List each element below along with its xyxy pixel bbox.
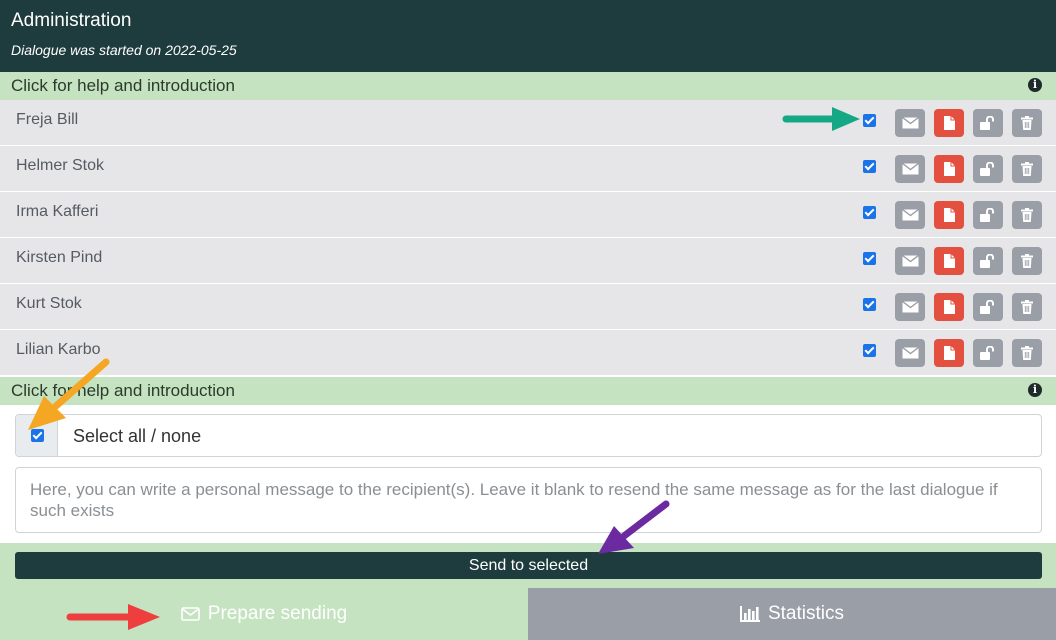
participant-name: Kurt Stok xyxy=(16,295,82,312)
participant-checkbox[interactable] xyxy=(863,251,876,265)
view-document-button[interactable] xyxy=(934,339,964,367)
file-icon xyxy=(943,300,955,314)
send-email-button[interactable] xyxy=(895,201,925,229)
file-icon xyxy=(943,254,955,268)
info-icon[interactable]: i xyxy=(1028,78,1042,92)
page-title: Administration xyxy=(11,10,132,31)
row-controls xyxy=(863,201,1042,229)
tab-statistics[interactable]: Statistics xyxy=(528,588,1056,640)
participant-list: Freja Bill Helmer Stok Irma Kafferi Kirs… xyxy=(0,100,1056,376)
file-icon xyxy=(943,116,955,130)
delete-button[interactable] xyxy=(1012,155,1042,183)
participant-row: Kurt Stok xyxy=(0,284,1056,330)
unlock-icon xyxy=(980,346,994,360)
bar-chart-icon xyxy=(739,606,760,622)
view-document-button[interactable] xyxy=(934,201,964,229)
send-area: Send to selected xyxy=(0,543,1056,588)
trash-icon xyxy=(1021,162,1033,176)
participant-checkbox[interactable] xyxy=(863,297,876,311)
send-email-button[interactable] xyxy=(895,247,925,275)
unlock-icon xyxy=(980,116,994,130)
envelope-icon xyxy=(901,347,919,359)
select-all-label: Select all / none xyxy=(73,426,202,446)
row-controls xyxy=(863,109,1042,137)
trash-icon xyxy=(1021,346,1033,360)
trash-icon xyxy=(1021,208,1033,222)
unlock-button[interactable] xyxy=(973,201,1003,229)
envelope-icon xyxy=(901,301,919,313)
view-document-button[interactable] xyxy=(934,155,964,183)
send-to-selected-button[interactable]: Send to selected xyxy=(15,552,1042,579)
delete-button[interactable] xyxy=(1012,201,1042,229)
dialogue-start-date: Dialogue was started on 2022-05-25 xyxy=(11,42,237,58)
participant-row: Irma Kafferi xyxy=(0,192,1056,238)
participant-row: Helmer Stok xyxy=(0,146,1056,192)
row-controls xyxy=(863,155,1042,183)
participant-checkbox[interactable] xyxy=(863,205,876,219)
delete-button[interactable] xyxy=(1012,339,1042,367)
participant-row: Freja Bill xyxy=(0,100,1056,146)
unlock-icon xyxy=(980,254,994,268)
unlock-icon xyxy=(980,300,994,314)
participant-checkbox[interactable] xyxy=(863,159,876,173)
select-all-checkbox[interactable] xyxy=(31,429,44,442)
unlock-button[interactable] xyxy=(973,247,1003,275)
send-email-button[interactable] xyxy=(895,109,925,137)
participant-name: Freja Bill xyxy=(16,111,79,128)
row-controls xyxy=(863,339,1042,367)
tab-label: Prepare sending xyxy=(207,603,348,624)
help-bar-label[interactable]: Click for help and introduction xyxy=(11,381,235,401)
select-all-checkbox-container xyxy=(16,415,58,456)
participant-name: Irma Kafferi xyxy=(16,203,99,220)
delete-button[interactable] xyxy=(1012,293,1042,321)
help-bar-top[interactable]: Click for help and introduction i xyxy=(0,72,1056,100)
envelope-icon xyxy=(901,255,919,267)
delete-button[interactable] xyxy=(1012,109,1042,137)
page-header: Administration Dialogue was started on 2… xyxy=(0,0,1056,72)
trash-icon xyxy=(1021,300,1033,314)
trash-icon xyxy=(1021,254,1033,268)
participant-checkbox[interactable] xyxy=(863,113,876,127)
view-document-button[interactable] xyxy=(934,293,964,321)
participant-checkbox[interactable] xyxy=(863,343,876,357)
unlock-icon xyxy=(980,162,994,176)
row-controls xyxy=(863,293,1042,321)
view-document-button[interactable] xyxy=(934,247,964,275)
info-icon[interactable]: i xyxy=(1028,383,1042,397)
participant-row: Kirsten Pind xyxy=(0,238,1056,284)
bottom-tabs: Prepare sending Statistics xyxy=(0,588,1056,640)
tab-prepare-sending[interactable]: Prepare sending xyxy=(0,588,528,640)
personal-message-field[interactable] xyxy=(15,467,1042,533)
select-all-group: Select all / none xyxy=(15,414,1042,457)
tab-label: Statistics xyxy=(767,603,845,624)
participant-name: Kirsten Pind xyxy=(16,249,103,266)
envelope-icon xyxy=(180,607,200,621)
file-icon xyxy=(943,346,955,360)
help-bar-bottom[interactable]: Click for help and introduction i xyxy=(0,377,1056,405)
envelope-icon xyxy=(901,117,919,129)
send-email-button[interactable] xyxy=(895,339,925,367)
help-bar-label[interactable]: Click for help and introduction xyxy=(11,76,235,96)
file-icon xyxy=(943,162,955,176)
send-email-button[interactable] xyxy=(895,293,925,321)
unlock-button[interactable] xyxy=(973,339,1003,367)
send-email-button[interactable] xyxy=(895,155,925,183)
participant-name: Lilian Karbo xyxy=(16,341,101,358)
row-controls xyxy=(863,247,1042,275)
participant-name: Helmer Stok xyxy=(16,157,105,174)
file-icon xyxy=(943,208,955,222)
envelope-icon xyxy=(901,163,919,175)
participant-row: Lilian Karbo xyxy=(0,330,1056,376)
view-document-button[interactable] xyxy=(934,109,964,137)
unlock-button[interactable] xyxy=(973,293,1003,321)
envelope-icon xyxy=(901,209,919,221)
delete-button[interactable] xyxy=(1012,247,1042,275)
unlock-button[interactable] xyxy=(973,155,1003,183)
trash-icon xyxy=(1021,116,1033,130)
unlock-icon xyxy=(980,208,994,222)
unlock-button[interactable] xyxy=(973,109,1003,137)
